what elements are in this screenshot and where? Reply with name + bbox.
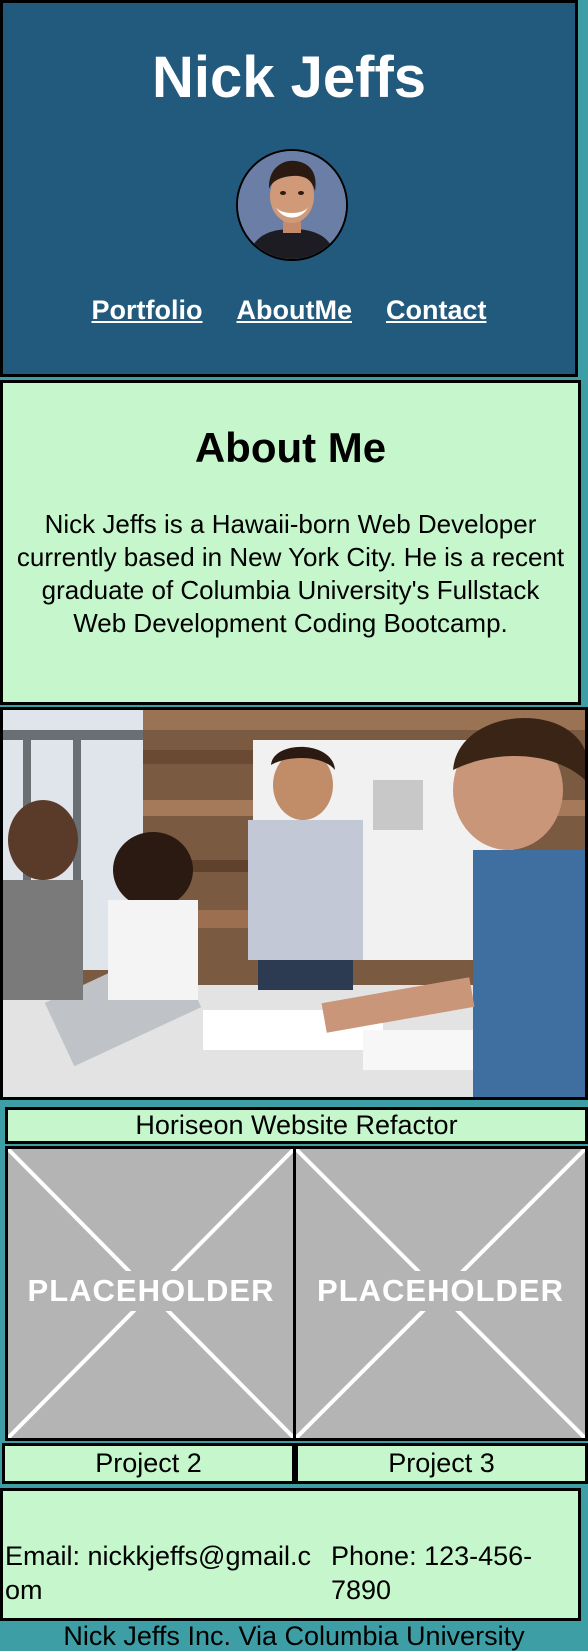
main-nav: Portfolio AboutMe Contact	[3, 293, 575, 327]
site-footer: Nick Jeffs Inc. Via Columbia University	[63, 1621, 525, 1651]
project-2-thumbnail[interactable]: PLACEHOLDER	[5, 1146, 297, 1441]
nav-link-portfolio[interactable]: Portfolio	[92, 293, 203, 327]
project-3-thumbnail[interactable]: PLACEHOLDER	[293, 1146, 588, 1441]
project-featured-title[interactable]: Horiseon Website Refactor	[5, 1107, 588, 1144]
team-meeting-image	[0, 707, 588, 1100]
project-2-caption[interactable]: Project 2	[2, 1443, 295, 1484]
site-title: Nick Jeffs	[151, 45, 427, 110]
about-heading: About Me	[194, 424, 387, 471]
nav-link-contact[interactable]: Contact	[386, 293, 487, 327]
nav-link-about-me[interactable]: AboutMe	[237, 293, 352, 327]
contact-email[interactable]: Email: nickkjeffs@gmail.com	[5, 1539, 325, 1607]
about-section: About Me Nick Jeffs is a Hawaii-born Web…	[0, 380, 581, 705]
placeholder-label: PLACEHOLDER	[317, 1273, 564, 1308]
profile-photo	[238, 151, 346, 259]
project-3-caption[interactable]: Project 3	[295, 1443, 588, 1484]
site-header: Nick Jeffs Portfolio AboutMe Contact	[0, 0, 578, 377]
team-meeting-photo	[3, 710, 585, 1097]
contact-section: Email: nickkjeffs@gmail.com Phone: 123-4…	[0, 1488, 581, 1621]
placeholder-label: PLACEHOLDER	[27, 1273, 275, 1308]
about-text: Nick Jeffs is a Hawaii-born Web Develope…	[16, 509, 565, 638]
profile-avatar	[236, 149, 348, 261]
contact-phone[interactable]: Phone: 123-456-7890	[331, 1539, 571, 1607]
